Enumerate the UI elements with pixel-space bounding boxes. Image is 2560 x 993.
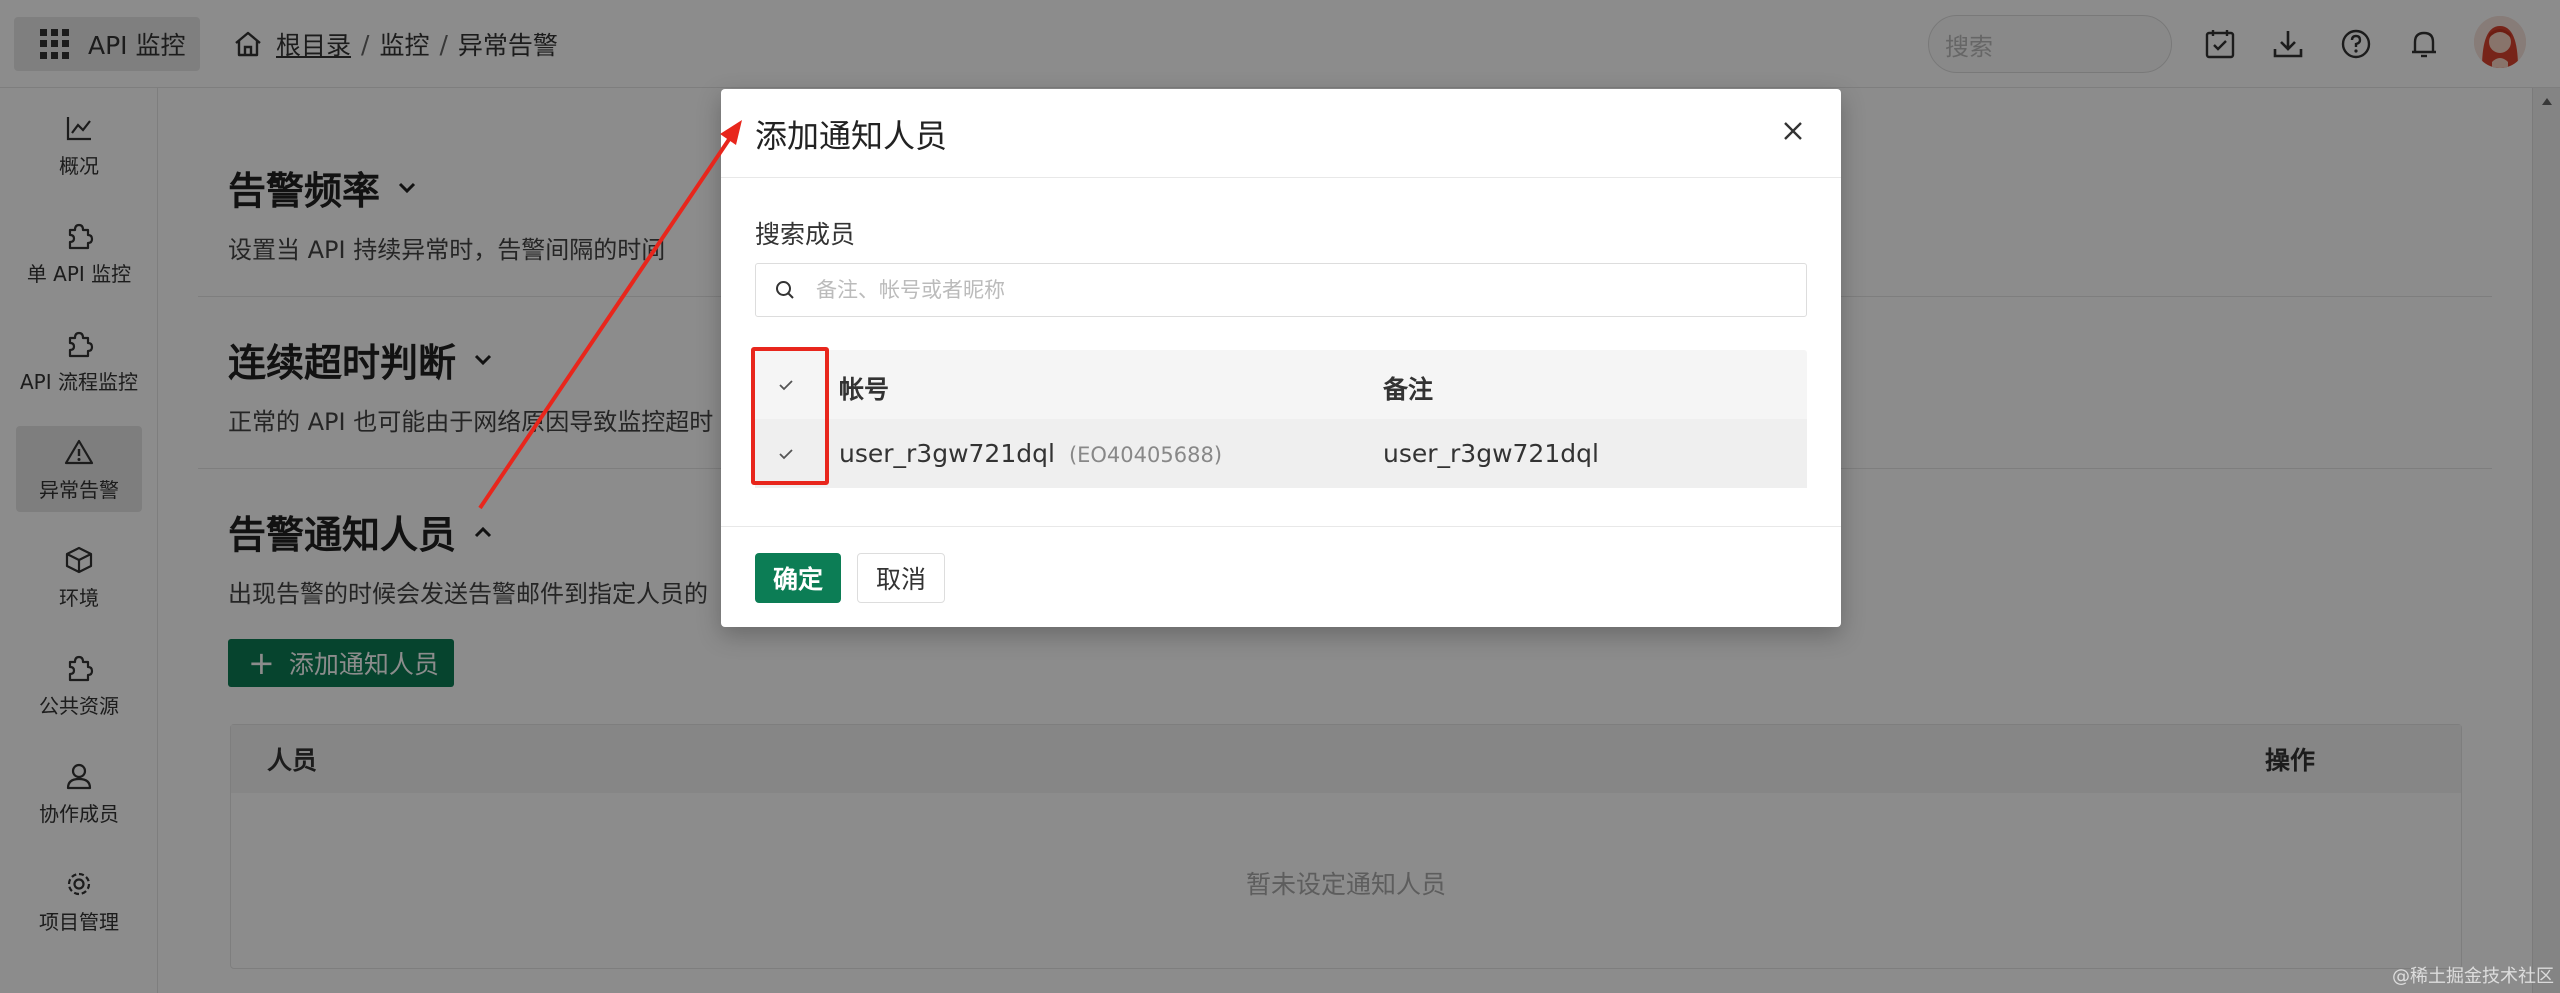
member-table-header: 帐号 备注 — [755, 350, 1807, 419]
dialog-footer-divider — [721, 526, 1841, 527]
member-search-input[interactable] — [816, 278, 1776, 302]
column-header-account: 帐号 — [839, 375, 890, 404]
search-members-label: 搜索成员 — [755, 220, 856, 249]
member-table: 帐号 备注 user_r3gw721dql (EO40405688) user_r… — [755, 350, 1807, 488]
member-search-field[interactable] — [755, 263, 1807, 317]
remark-cell: user_r3gw721dql — [1383, 439, 1599, 468]
table-row[interactable]: user_r3gw721dql (EO40405688) user_r3gw721… — [755, 419, 1807, 488]
add-notify-person-dialog: 添加通知人员 搜索成员 帐号 备注 user_r3gw721dql (EO4040… — [721, 89, 1841, 627]
dialog-header-divider — [721, 177, 1841, 178]
confirm-button[interactable]: 确定 — [755, 553, 841, 603]
account-name: user_r3gw721dql — [839, 439, 1055, 468]
watermark: @稀土掘金技术社区 — [2392, 966, 2554, 987]
cancel-button[interactable]: 取消 — [857, 553, 945, 603]
account-id: (EO40405688) — [1068, 443, 1223, 467]
dialog-title: 添加通知人员 — [755, 117, 948, 155]
account-cell: user_r3gw721dql (EO40405688) — [839, 439, 1222, 468]
column-header-remark: 备注 — [1383, 375, 1434, 404]
close-icon[interactable] — [1779, 117, 1807, 145]
search-icon — [776, 281, 794, 299]
annotation-highlight-box — [751, 347, 829, 485]
